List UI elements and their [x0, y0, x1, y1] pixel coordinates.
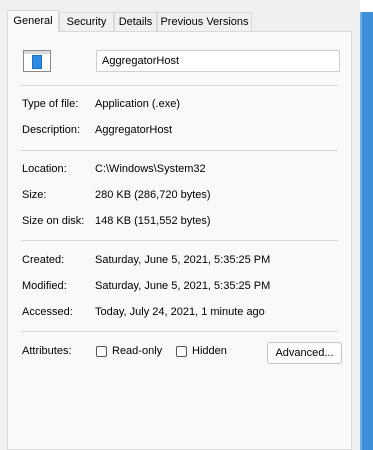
created-value: Saturday, June 5, 2021, 5:35:25 PM [95, 254, 271, 266]
type-of-file-value: Application (.exe) [95, 98, 180, 110]
description-label: Description: [22, 124, 81, 136]
tab-general[interactable]: General [7, 10, 59, 32]
modified-value: Saturday, June 5, 2021, 5:35:25 PM [95, 280, 271, 292]
hidden-checkbox[interactable] [176, 346, 187, 357]
size-on-disk-label: Size on disk: [22, 215, 85, 227]
divider [21, 240, 338, 241]
divider [21, 331, 338, 332]
tab-previous-versions[interactable]: Previous Versions [157, 12, 252, 31]
application-window-icon [23, 50, 51, 72]
location-label: Location: [22, 163, 67, 175]
advanced-button[interactable]: Advanced... [267, 342, 342, 364]
tab-details[interactable]: Details [114, 12, 157, 31]
divider [21, 150, 338, 151]
accessed-label: Accessed: [22, 306, 73, 318]
type-of-file-label: Type of file: [22, 98, 79, 110]
read-only-checkbox[interactable] [96, 346, 107, 357]
size-label: Size: [22, 189, 47, 201]
created-label: Created: [22, 254, 65, 266]
tab-security[interactable]: Security [59, 12, 114, 31]
divider [21, 85, 338, 86]
modified-label: Modified: [22, 280, 67, 292]
hidden-label[interactable]: Hidden [192, 345, 227, 357]
description-value: AggregatorHost [95, 124, 173, 136]
attributes-label: Attributes: [22, 345, 72, 357]
file-name-field[interactable]: AggregatorHost [96, 50, 340, 72]
size-on-disk-value: 148 KB (151,552 bytes) [95, 215, 211, 227]
read-only-label[interactable]: Read-only [112, 345, 162, 357]
accessed-value: Today, July 24, 2021, 1 minute ago [95, 306, 265, 318]
background-window-highlight [360, 0, 362, 450]
size-value: 280 KB (286,720 bytes) [95, 189, 211, 201]
general-tab-panel: AggregatorHost Type of file: Application… [7, 31, 352, 450]
location-value: C:\Windows\System32 [95, 163, 206, 175]
background-window-corner [360, 0, 373, 12]
